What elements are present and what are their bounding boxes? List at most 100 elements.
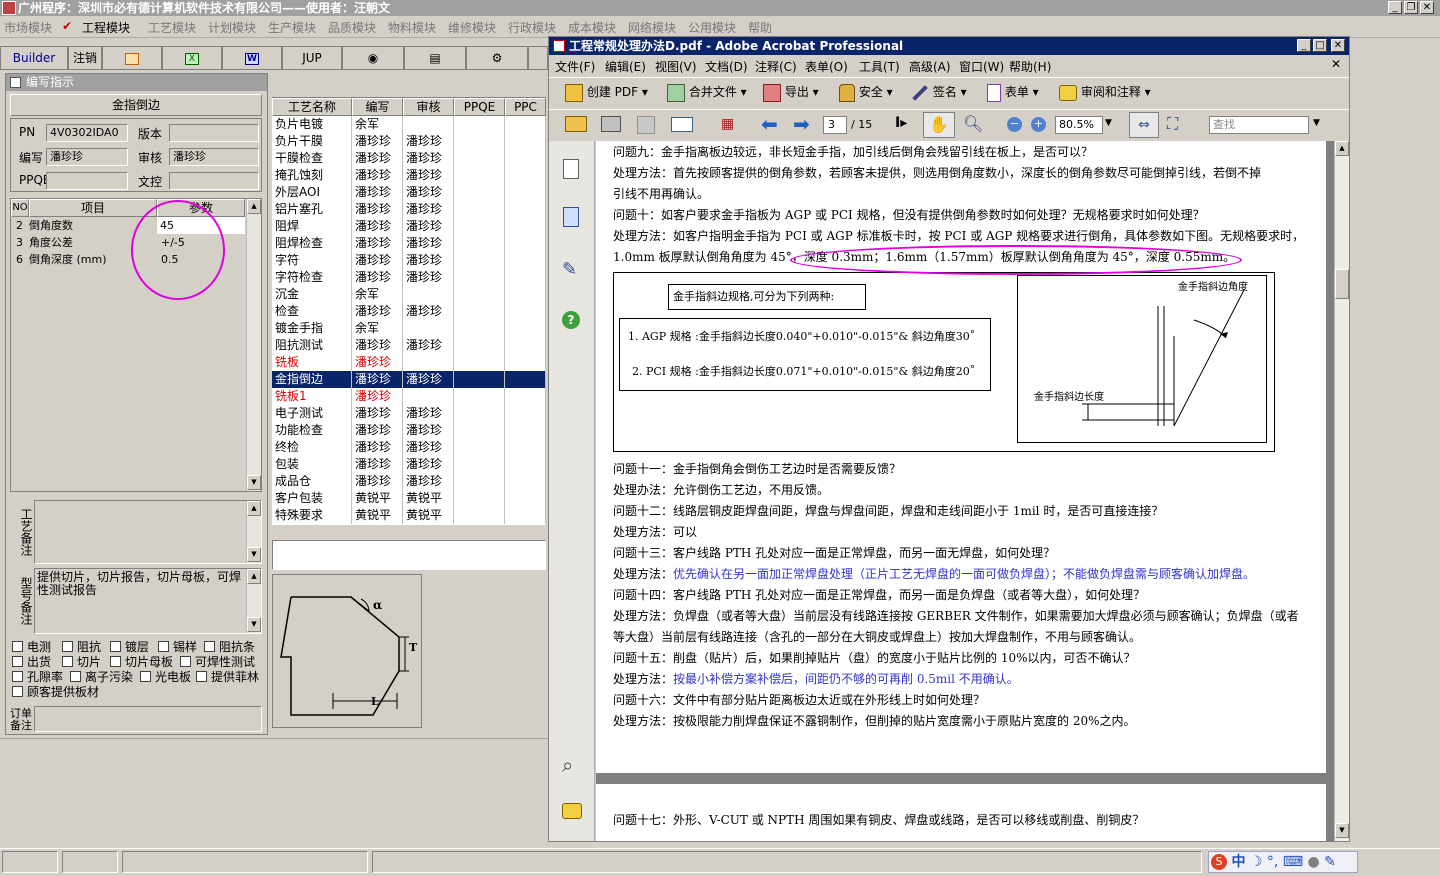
acrobat-menu-item-3[interactable]: 文档(D) xyxy=(705,58,748,75)
table-row[interactable]: 铣板 潘珍珍 xyxy=(272,354,546,371)
search-dropdown-icon[interactable]: ▼ xyxy=(1313,118,1320,128)
table-row[interactable]: 功能检查 潘珍珍 潘珍珍 xyxy=(272,422,546,439)
cb-ion-contamination[interactable]: 离子污染 xyxy=(70,670,133,684)
scroll-down-icon[interactable]: ▼ xyxy=(247,475,261,490)
view-icon[interactable]: ◉ xyxy=(342,46,404,70)
keyboard-icon[interactable]: ⌨ xyxy=(1283,854,1303,870)
model-note-scrollbar[interactable]: ▲ ▼ xyxy=(246,569,261,633)
table-row[interactable]: 负片电镀 余军 xyxy=(272,116,546,133)
cb-customer-material[interactable]: 顾客提供板材 xyxy=(12,685,99,699)
scroll-thumb[interactable] xyxy=(1335,269,1349,299)
acrobat-menu-item-4[interactable]: 注释(C) xyxy=(755,58,797,75)
comments-icon[interactable] xyxy=(562,803,582,819)
cb-impedance-strip[interactable]: 阻抗条 xyxy=(204,640,255,654)
cb-electrical-test[interactable]: 电测 xyxy=(12,640,51,654)
bookmarks-icon[interactable] xyxy=(563,207,579,227)
forms-button[interactable]: 表单 ▾ xyxy=(987,81,1039,103)
table-row[interactable]: 字符 潘珍珍 潘珍珍 xyxy=(272,252,546,269)
chart-icon[interactable]: ▦ xyxy=(721,116,739,134)
report-icon[interactable] xyxy=(102,46,162,70)
scroll-up-icon[interactable]: ▲ xyxy=(247,199,261,214)
scroll-up-icon[interactable]: ▲ xyxy=(247,501,261,516)
menu-item-2[interactable]: 工艺模块 xyxy=(148,19,196,36)
menu-item-9[interactable]: 成本模块 xyxy=(568,19,616,36)
create-pdf-button[interactable]: 创建 PDF ▾ xyxy=(565,81,648,103)
table-row[interactable]: 终检 潘珍珍 潘珍珍 xyxy=(272,439,546,456)
excel-icon[interactable]: X xyxy=(162,46,222,70)
help-icon[interactable]: ? xyxy=(562,311,580,329)
jup-button[interactable]: JUP xyxy=(282,46,342,70)
table-row[interactable]: 金指倒边 潘珍珍 潘珍珍 xyxy=(272,371,546,388)
table-row[interactable]: 干膜检查 潘珍珍 潘珍珍 xyxy=(272,150,546,167)
signatures-icon[interactable]: ✎ xyxy=(562,259,577,280)
cb-section-master[interactable]: 切片母板 xyxy=(110,655,173,669)
process-note-scrollbar[interactable]: ▲ ▼ xyxy=(246,501,261,563)
prev-page-icon[interactable]: ⬅ xyxy=(761,112,778,136)
acrobat-minimize-button[interactable]: _ xyxy=(1297,39,1311,52)
wrench-icon[interactable]: ✎ xyxy=(1324,854,1336,870)
page-number-input[interactable]: 3 xyxy=(823,116,847,134)
minimize-button[interactable]: _ xyxy=(1388,1,1402,14)
moon-icon[interactable]: ☽ xyxy=(1250,854,1263,870)
version-field[interactable] xyxy=(169,124,259,142)
close-button[interactable]: ✕ xyxy=(1420,1,1434,14)
menu-item-1[interactable]: 工程模块 xyxy=(82,19,130,36)
restore-button[interactable]: ❐ xyxy=(1404,1,1418,14)
cb-photo-board[interactable]: 光电板 xyxy=(140,670,191,684)
table-row[interactable]: 阻焊检查 潘珍珍 潘珍珍 xyxy=(272,235,546,252)
search-input[interactable]: 查找 xyxy=(1209,116,1309,134)
table-row[interactable]: 阻焊 潘珍珍 潘珍珍 xyxy=(272,218,546,235)
save-icon[interactable] xyxy=(637,116,655,134)
open-folder-icon[interactable] xyxy=(565,116,587,132)
document-view[interactable]: 问题九：金手指离板边较远，非长短金手指，加引线后倒角会残留引线在板上，是否可以？… xyxy=(596,141,1334,841)
col-writer[interactable]: 编写 xyxy=(352,98,403,116)
menu-item-10[interactable]: 网络模块 xyxy=(628,19,676,36)
order-note-field[interactable] xyxy=(34,706,262,732)
table-row[interactable]: 镀金手指 余军 xyxy=(272,320,546,337)
zoom-out-icon[interactable]: − xyxy=(1007,117,1022,132)
acrobat-close-button[interactable]: ✕ xyxy=(1331,39,1345,52)
table-row[interactable]: 铣板1 潘珍珍 xyxy=(272,388,546,405)
acrobat-menu-item-5[interactable]: 表单(O) xyxy=(805,58,848,75)
menu-item-7[interactable]: 维修模块 xyxy=(448,19,496,36)
print-icon[interactable] xyxy=(601,116,621,132)
process-note-field[interactable]: ▲ ▼ xyxy=(34,500,262,564)
menu-item-12[interactable]: 帮助 xyxy=(748,19,772,36)
fit-width-icon[interactable]: ⇔ xyxy=(1129,112,1159,138)
col-process-name[interactable]: 工艺名称 xyxy=(272,98,352,116)
menu-item-0[interactable]: 市场模块 xyxy=(4,19,52,36)
attachments-icon[interactable]: ⌕ xyxy=(562,753,573,777)
col-no[interactable]: NO xyxy=(11,199,29,217)
table-row[interactable]: 负片干膜 潘珍珍 潘珍珍 xyxy=(272,133,546,150)
reference-field[interactable] xyxy=(169,172,259,190)
process-detail-field[interactable] xyxy=(272,540,546,570)
database-icon[interactable]: ▤ xyxy=(404,46,466,70)
email-icon[interactable] xyxy=(671,117,693,132)
export-button[interactable]: 导出 ▾ xyxy=(763,81,819,103)
menu-item-6[interactable]: 物料模块 xyxy=(388,19,436,36)
table-row[interactable]: 电子测试 潘珍珍 潘珍珍 xyxy=(272,405,546,422)
menu-item-5[interactable]: 品质模块 xyxy=(328,19,376,36)
acrobat-menu-item-7[interactable]: 高级(A) xyxy=(909,58,951,75)
doc-close-icon[interactable]: ✕ xyxy=(1331,57,1341,71)
cb-impedance[interactable]: 阻抗 xyxy=(62,640,101,654)
logout-button[interactable]: 注销 xyxy=(68,46,102,70)
scroll-up-icon[interactable]: ▲ xyxy=(1335,141,1349,156)
model-note-field[interactable]: 提供切片，切片报告，切片母板，可焊性测试报告 ▲ ▼ xyxy=(34,568,262,634)
col-ppc[interactable]: PPC xyxy=(505,98,546,116)
table-row[interactable]: 成品仓 潘珍珍 潘珍珍 xyxy=(272,473,546,490)
security-button[interactable]: 安全 ▾ xyxy=(839,81,893,103)
acrobat-maximize-button[interactable]: □ xyxy=(1313,39,1327,52)
table-row[interactable]: 铝片塞孔 潘珍珍 潘珍珍 xyxy=(272,201,546,218)
col-ppqe[interactable]: PPQE xyxy=(454,98,505,116)
table-row[interactable]: 掩孔蚀刻 潘珍珍 潘珍珍 xyxy=(272,167,546,184)
acrobat-menu-item-2[interactable]: 视图(V) xyxy=(655,58,697,75)
menu-item-11[interactable]: 公用模块 xyxy=(688,19,736,36)
cb-tin-sample[interactable]: 锡样 xyxy=(158,640,197,654)
writer-field[interactable]: 潘珍珍 xyxy=(46,148,128,166)
table-row[interactable]: 客户包装 黄锐平 黄锐平 xyxy=(272,490,546,507)
col-reviewer[interactable]: 审核 xyxy=(403,98,454,116)
scroll-up-icon[interactable]: ▲ xyxy=(247,569,261,584)
user-icon[interactable]: ● xyxy=(1308,854,1320,870)
toolbar-extra-button[interactable] xyxy=(528,46,548,70)
